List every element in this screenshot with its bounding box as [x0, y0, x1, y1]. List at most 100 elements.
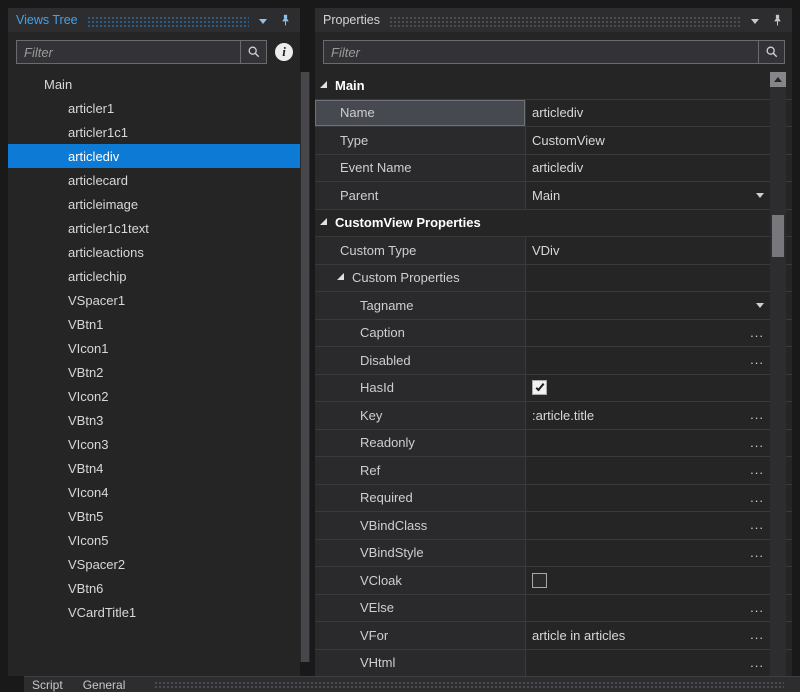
tree-item[interactable]: VIcon1 — [8, 336, 300, 360]
property-name-cell[interactable]: VHtml — [315, 649, 525, 676]
scrollbar-up-button[interactable] — [770, 72, 786, 87]
property-value-cell[interactable]: ... — [525, 539, 792, 566]
ellipsis-button[interactable]: ... — [750, 408, 764, 421]
properties-titlebar[interactable]: Properties — [315, 8, 792, 32]
property-name-cell[interactable]: HasId — [315, 374, 525, 401]
property-row[interactable]: VCloak ... — [315, 567, 792, 595]
tree-item[interactable]: articler1c1 — [8, 120, 300, 144]
property-name-cell[interactable]: Main — [315, 72, 792, 99]
expander-triangle-icon[interactable] — [320, 218, 327, 226]
property-value-cell[interactable]: ... — [525, 374, 792, 401]
property-row[interactable]: VBindStyle ... — [315, 539, 792, 567]
pin-icon[interactable] — [771, 14, 784, 27]
expander-triangle-icon[interactable] — [320, 80, 327, 88]
tree-item[interactable]: VSpacer1 — [8, 288, 300, 312]
views-tree-scrollbar[interactable] — [300, 72, 310, 662]
property-value-cell[interactable]: Main ... — [525, 182, 792, 209]
properties-filter-input[interactable] — [324, 41, 758, 63]
property-row[interactable]: Caption ... — [315, 319, 792, 347]
property-row[interactable]: Event Name articlediv ... — [315, 154, 792, 182]
property-name-cell[interactable]: Tagname — [315, 292, 525, 319]
property-name-cell[interactable]: Custom Properties — [315, 264, 525, 291]
tree-item[interactable]: VBtn1 — [8, 312, 300, 336]
ellipsis-button[interactable]: ... — [750, 656, 764, 669]
property-value-cell[interactable]: articlediv ... — [525, 99, 792, 126]
property-value-cell[interactable]: ... — [525, 429, 792, 456]
views-tree-scrollbar-thumb[interactable] — [301, 72, 309, 662]
tree-item[interactable]: VCardTitle1 — [8, 600, 300, 624]
tab-general[interactable]: General — [83, 678, 126, 692]
property-row[interactable]: VBindClass ... — [315, 512, 792, 540]
checkbox[interactable] — [532, 572, 547, 588]
tree-item[interactable]: articleactions — [8, 240, 300, 264]
property-value-cell[interactable]: ... — [525, 512, 792, 539]
property-value-cell[interactable]: ... — [525, 457, 792, 484]
property-row[interactable]: VFor article in articles ... — [315, 622, 792, 650]
property-name-cell[interactable]: Name — [315, 99, 525, 126]
tree-item[interactable]: articlechip — [8, 264, 300, 288]
property-row[interactable]: Name articlediv ... — [315, 99, 792, 127]
ellipsis-button[interactable]: ... — [750, 546, 764, 559]
views-tree-filter-input[interactable] — [17, 41, 240, 63]
property-row[interactable]: HasId ... — [315, 374, 792, 402]
property-name-cell[interactable]: VBindClass — [315, 512, 525, 539]
property-name-cell[interactable]: VBindStyle — [315, 539, 525, 566]
property-value-cell[interactable]: ... — [525, 484, 792, 511]
property-value-cell[interactable]: CustomView ... — [525, 127, 792, 154]
ellipsis-button[interactable]: ... — [750, 628, 764, 641]
properties-scrollbar[interactable] — [770, 72, 786, 676]
property-row[interactable]: Disabled ... — [315, 347, 792, 375]
pin-icon[interactable] — [279, 14, 292, 27]
property-row[interactable]: Readonly ... — [315, 429, 792, 457]
property-name-cell[interactable]: CustomView Properties — [315, 210, 792, 237]
ellipsis-button[interactable]: ... — [750, 463, 764, 476]
ellipsis-button[interactable]: ... — [750, 601, 764, 614]
property-value-cell[interactable]: ... — [525, 292, 792, 319]
property-row[interactable]: Custom Properties ... — [315, 264, 792, 292]
property-row[interactable]: VElse ... — [315, 594, 792, 622]
property-value-cell[interactable]: VDiv ... — [525, 237, 792, 264]
property-name-cell[interactable]: Caption — [315, 319, 525, 346]
search-button[interactable] — [240, 41, 266, 63]
search-button[interactable] — [758, 41, 784, 63]
property-name-cell[interactable]: Event Name — [315, 154, 525, 181]
property-name-cell[interactable]: Parent — [315, 182, 525, 209]
property-row[interactable]: Key :article.title ... — [315, 402, 792, 430]
property-value-cell[interactable]: articlediv ... — [525, 154, 792, 181]
tree-item[interactable]: articleimage — [8, 192, 300, 216]
tree-item[interactable]: Main — [8, 72, 300, 96]
info-icon[interactable]: i — [275, 43, 293, 61]
tree-item[interactable]: VSpacer2 — [8, 552, 300, 576]
tree-item[interactable]: articler1c1text — [8, 216, 300, 240]
property-name-cell[interactable]: Required — [315, 484, 525, 511]
property-row[interactable]: CustomView Properties ... — [315, 210, 792, 237]
property-name-cell[interactable]: Type — [315, 127, 525, 154]
ellipsis-button[interactable]: ... — [750, 518, 764, 531]
ellipsis-button[interactable]: ... — [750, 353, 764, 366]
property-name-cell[interactable]: Disabled — [315, 347, 525, 374]
ellipsis-button[interactable]: ... — [750, 491, 764, 504]
ellipsis-button[interactable]: ... — [750, 326, 764, 339]
property-row[interactable]: Custom Type VDiv ... — [315, 237, 792, 265]
property-row[interactable]: Required ... — [315, 484, 792, 512]
property-row[interactable]: Tagname ... — [315, 292, 792, 320]
property-value-cell[interactable]: ... — [525, 594, 792, 621]
tree-item[interactable]: articler1 — [8, 96, 300, 120]
property-name-cell[interactable]: Custom Type — [315, 237, 525, 264]
property-value-cell[interactable]: ... — [525, 264, 792, 291]
property-value-cell[interactable]: article in articles ... — [525, 622, 792, 649]
properties-scrollbar-thumb[interactable] — [772, 215, 784, 257]
property-row[interactable]: Type CustomView ... — [315, 127, 792, 155]
property-value-cell[interactable]: ... — [525, 319, 792, 346]
checkbox[interactable] — [532, 380, 547, 396]
property-name-cell[interactable]: Key — [315, 402, 525, 429]
tree-item[interactable]: VIcon5 — [8, 528, 300, 552]
tree-item[interactable]: articlecard — [8, 168, 300, 192]
property-name-cell[interactable]: Readonly — [315, 429, 525, 456]
tree-item[interactable]: VIcon2 — [8, 384, 300, 408]
property-row[interactable]: Main ... — [315, 72, 792, 100]
views-tree-titlebar[interactable]: Views Tree — [8, 8, 300, 32]
tree-item[interactable]: VBtn6 — [8, 576, 300, 600]
tree-item[interactable]: articlediv — [8, 144, 300, 168]
property-name-cell[interactable]: VFor — [315, 622, 525, 649]
